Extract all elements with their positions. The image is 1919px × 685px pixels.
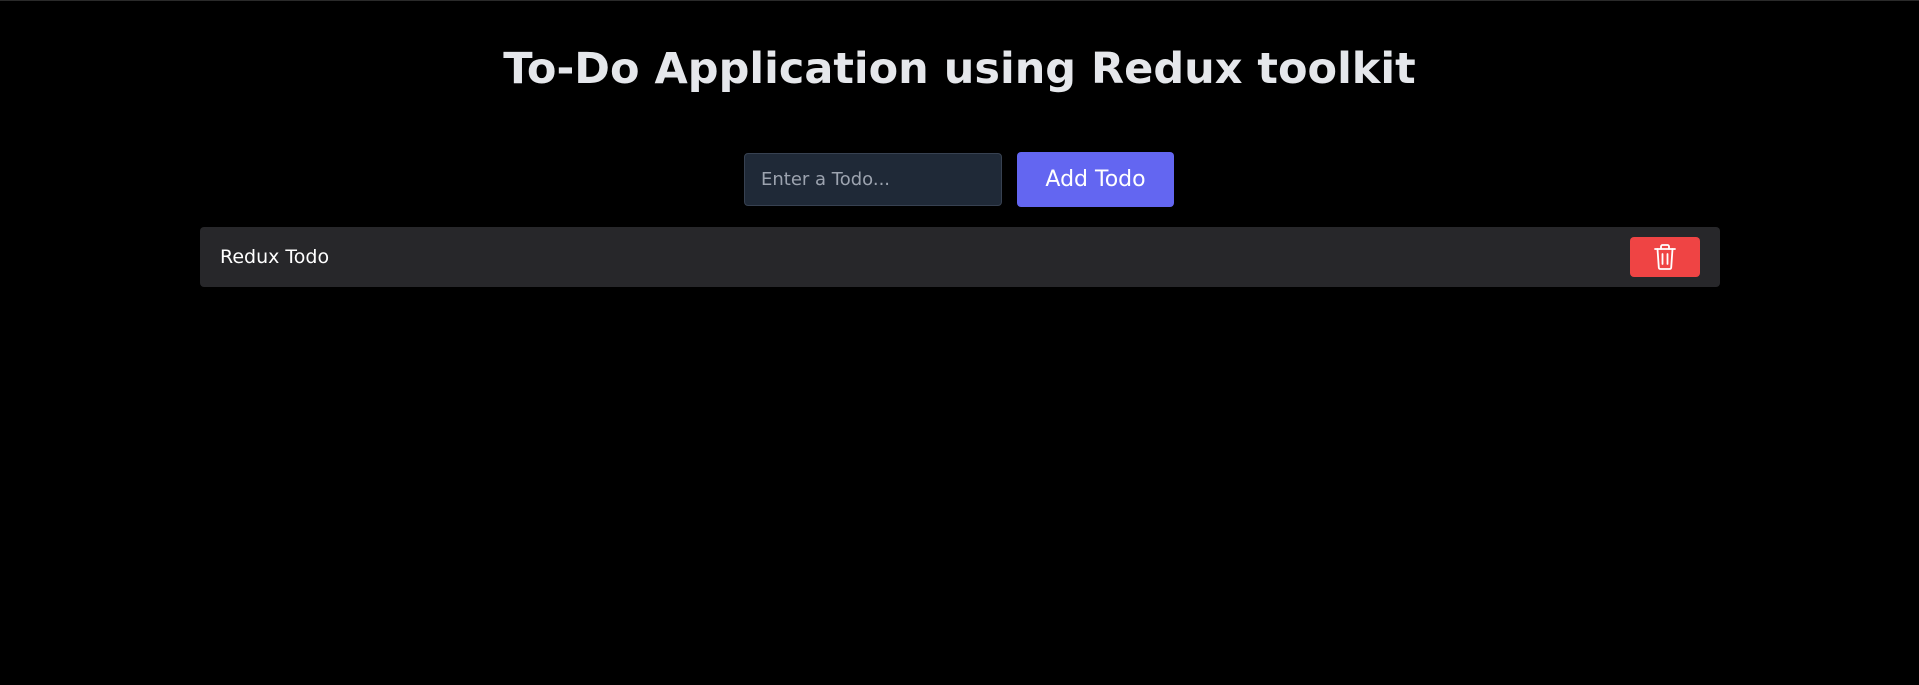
todo-input[interactable] (744, 153, 1002, 206)
todo-item: Redux Todo (200, 227, 1720, 287)
todo-form: Add Todo (744, 152, 1174, 207)
todo-list: Redux Todo (200, 227, 1720, 287)
trash-icon (1653, 243, 1677, 271)
todo-app: To-Do Application using Redux toolkit Ad… (0, 0, 1919, 685)
todo-text: Redux Todo (220, 246, 330, 268)
delete-todo-button[interactable] (1630, 237, 1700, 277)
add-todo-button[interactable]: Add Todo (1017, 152, 1174, 207)
page-title: To-Do Application using Redux toolkit (503, 44, 1416, 94)
